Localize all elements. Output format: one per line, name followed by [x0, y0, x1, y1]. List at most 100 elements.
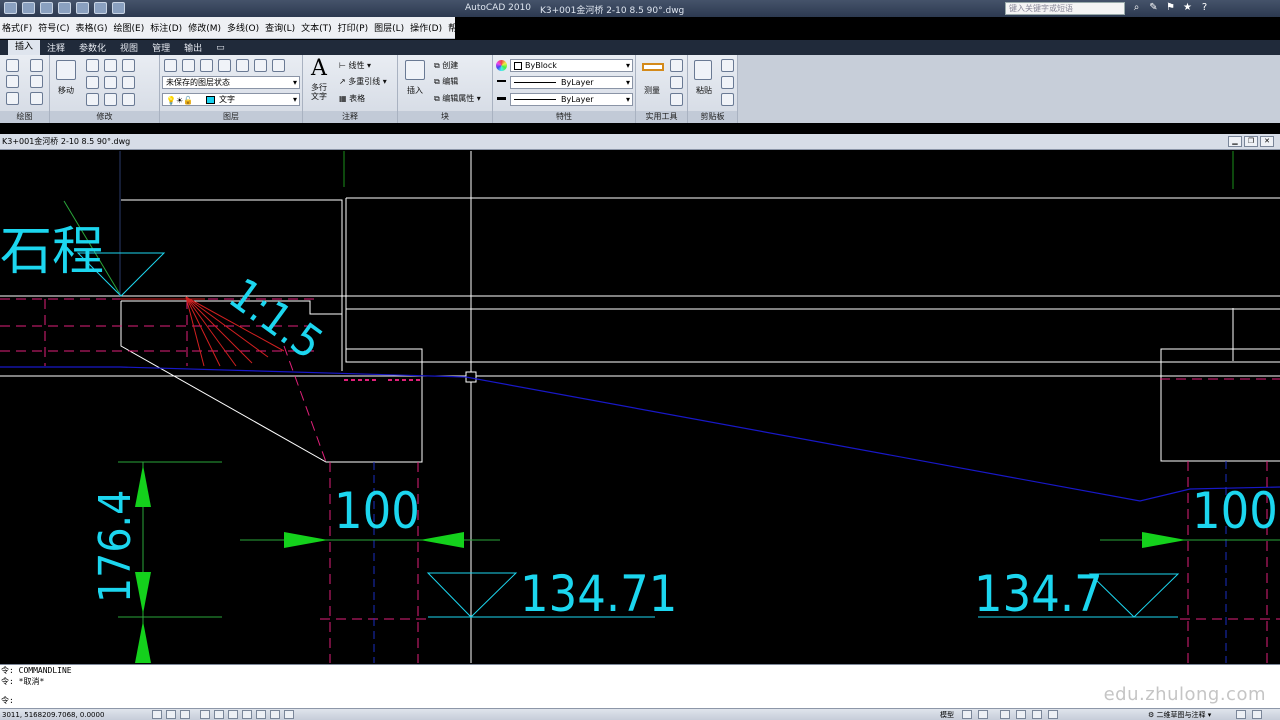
menu-table[interactable]: 表格(G) [76, 21, 108, 34]
panel-modify-label[interactable]: 修改 [50, 111, 159, 123]
color-wheel-icon[interactable] [496, 60, 507, 71]
layer-select[interactable]: 💡☀🔓 文字 [162, 93, 300, 106]
layer-properties-icon[interactable] [164, 59, 177, 72]
panel-clipboard-label[interactable]: 剪贴板 [688, 111, 737, 123]
line-icon[interactable] [30, 59, 43, 72]
binoculars-icon[interactable]: ⌕ [1130, 2, 1143, 14]
tab-output[interactable]: 输出 [177, 41, 209, 54]
calculator-icon[interactable] [670, 93, 683, 106]
copy-icon[interactable] [104, 59, 117, 72]
otrack-toggle[interactable] [228, 710, 238, 719]
communication-icon[interactable]: ⚑ [1164, 2, 1177, 14]
workspace-switch[interactable]: ⚙ 二维草图与注释 ▾ [1148, 710, 1211, 720]
paste-label[interactable]: 粘贴 [696, 85, 712, 96]
menu-draw[interactable]: 绘图(E) [114, 21, 145, 34]
quick-select-icon[interactable] [670, 59, 683, 72]
hatch-icon[interactable] [30, 92, 43, 105]
menu-symbol[interactable]: 符号(C) [38, 21, 69, 34]
match-properties-icon[interactable] [721, 93, 734, 106]
pan-icon[interactable] [978, 710, 988, 719]
dyn-toggle[interactable] [256, 710, 266, 719]
tab-manage[interactable]: 管理 [145, 41, 177, 54]
help-icon[interactable]: ? [1198, 2, 1211, 14]
multileader-button[interactable]: ↗ 多重引线 ▾ [339, 76, 387, 87]
menu-operate[interactable]: 操作(D) [410, 21, 442, 34]
close-icon[interactable]: ✕ [1260, 136, 1274, 147]
minimize-icon[interactable]: ▁ [1228, 136, 1242, 147]
paste-icon[interactable] [694, 60, 712, 80]
star-icon[interactable]: ★ [1181, 2, 1194, 14]
snap-toggle[interactable] [152, 710, 162, 719]
qp-toggle[interactable] [284, 710, 294, 719]
insert-block-icon[interactable] [405, 60, 425, 80]
id-point-icon[interactable] [670, 76, 683, 89]
array-icon[interactable] [104, 93, 117, 106]
panel-utilities-label[interactable]: 实用工具 [636, 111, 687, 123]
copy-clip-icon[interactable] [721, 76, 734, 89]
insert-label[interactable]: 插入 [407, 85, 423, 96]
lwt-toggle[interactable] [270, 710, 280, 719]
tab-parametric[interactable]: 参数化 [72, 41, 113, 54]
menu-dimension[interactable]: 标注(D) [150, 21, 182, 34]
linetype-select[interactable]: ByLayer [510, 76, 633, 89]
mtext-icon[interactable]: A [311, 56, 327, 81]
ducs-toggle[interactable] [242, 710, 252, 719]
edit-block-button[interactable]: ⧉ 编辑 [434, 76, 458, 87]
undo-icon[interactable] [76, 2, 89, 14]
table-button[interactable]: ▦ 表格 [339, 93, 365, 104]
erase-icon[interactable] [122, 93, 135, 106]
menu-plot[interactable]: 打印(P) [338, 21, 368, 34]
search-input[interactable]: 键入关键字或短语 [1005, 2, 1125, 15]
app-menu-icon[interactable] [4, 2, 17, 14]
restore-icon[interactable]: ❐ [1244, 136, 1258, 147]
lock-icon[interactable] [1236, 710, 1246, 719]
menu-inquiry[interactable]: 查询(L) [265, 21, 295, 34]
ellipse-icon[interactable] [6, 92, 19, 105]
open-icon[interactable] [40, 2, 53, 14]
ribbon-minimize-icon[interactable]: ▭ [209, 43, 232, 53]
panel-properties-label[interactable]: 特性 [493, 111, 635, 123]
tab-insert[interactable]: 插入 [8, 40, 41, 55]
move-icon[interactable] [56, 60, 76, 80]
layer-match-icon[interactable] [272, 59, 285, 72]
command-prompt[interactable]: 令: [0, 695, 1280, 706]
showmotion-icon[interactable] [1032, 710, 1042, 719]
lineweight-select[interactable]: ByLayer [510, 93, 633, 106]
fillet-icon[interactable] [122, 76, 135, 89]
document-tab[interactable]: K3+001金河桥 2-10 8.5 90°.dwg [2, 136, 130, 147]
model-tab[interactable]: 模型 [940, 710, 954, 720]
layout-icon[interactable] [962, 710, 972, 719]
layer-isolate-icon[interactable] [218, 59, 231, 72]
drawing-svg[interactable]: 石程 1:1.5 176.4 100 100 134.71 134.7 [0, 151, 1280, 663]
panel-draw-label[interactable]: 绘图 [0, 111, 49, 123]
ortho-toggle[interactable] [180, 710, 190, 719]
menu-format[interactable]: 格式(F) [2, 21, 32, 34]
panel-layers-label[interactable]: 图层 [160, 111, 302, 123]
menu-text[interactable]: 文本(T) [301, 21, 332, 34]
cut-icon[interactable] [721, 59, 734, 72]
menu-multiline[interactable]: 多线(O) [227, 21, 259, 34]
layer-off-icon[interactable] [200, 59, 213, 72]
annotation-scale-icon[interactable] [1048, 710, 1058, 719]
tab-view[interactable]: 视图 [113, 41, 145, 54]
menu-layer[interactable]: 图层(L) [374, 21, 404, 34]
new-icon[interactable] [22, 2, 35, 14]
move-label[interactable]: 移动 [58, 85, 74, 96]
mtext-label[interactable]: 多行 文字 [311, 83, 327, 101]
measure-icon[interactable] [642, 63, 664, 71]
stretch-icon[interactable] [86, 76, 99, 89]
trim-icon[interactable] [104, 76, 117, 89]
measure-label[interactable]: 测量 [644, 85, 660, 96]
color-select[interactable]: ByBlock [510, 59, 633, 72]
panel-block-label[interactable]: 块 [398, 111, 492, 123]
layer-state-select[interactable]: 未保存的图层状态 [162, 76, 300, 89]
print-icon[interactable] [112, 2, 125, 14]
polar-toggle[interactable] [200, 710, 210, 719]
save-icon[interactable] [58, 2, 71, 14]
steering-wheel-icon[interactable] [1016, 710, 1026, 719]
rectangle-icon[interactable] [30, 75, 43, 88]
zoom-icon[interactable] [1000, 710, 1010, 719]
create-block-button[interactable]: ⧉ 创建 [434, 60, 458, 71]
panel-annotation-label[interactable]: 注释 [303, 111, 397, 123]
layer-lock-icon[interactable] [254, 59, 267, 72]
